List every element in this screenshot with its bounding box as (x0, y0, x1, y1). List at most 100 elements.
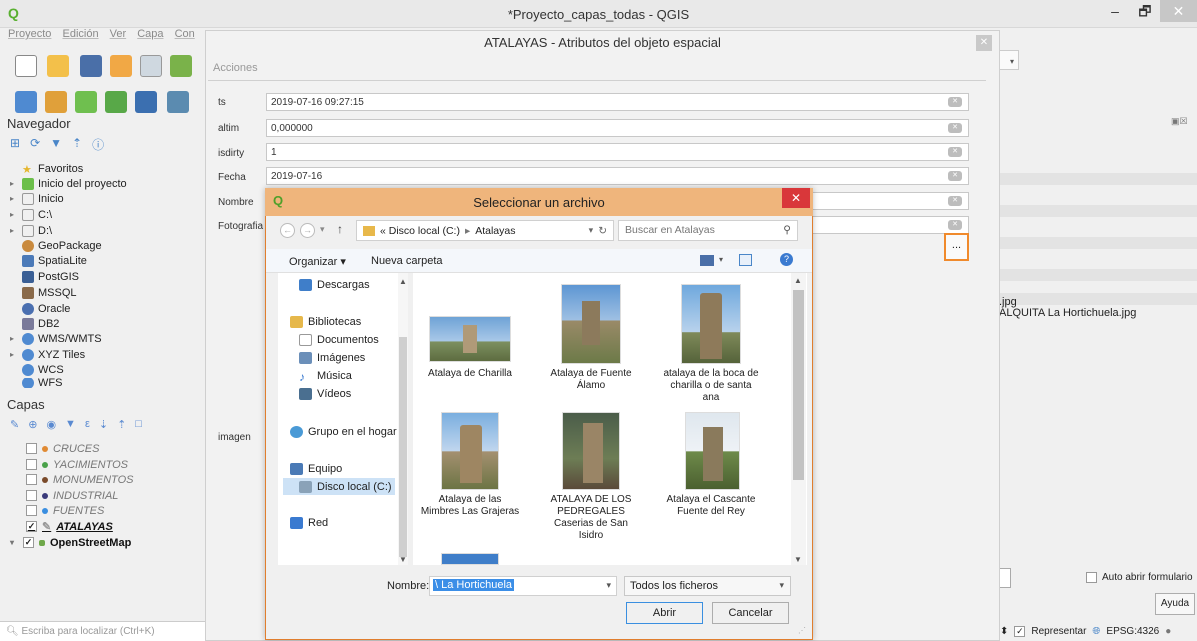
file-item[interactable]: Atalaya de Fuente Álamo (541, 368, 641, 392)
view-options-icon[interactable] (700, 255, 714, 266)
messages-icon[interactable]: ● (1165, 626, 1171, 637)
help-icon[interactable]: ? (780, 253, 793, 266)
menu-con[interactable]: Con (175, 28, 195, 40)
layer-checkbox[interactable] (26, 474, 37, 485)
layer-fuentes[interactable]: FUENTES (26, 503, 104, 518)
navigator-item-wfs[interactable]: WFS (10, 378, 62, 388)
browse-button[interactable]: ... (944, 233, 969, 261)
layer-yacimientos[interactable]: YACIMIENTOS (26, 457, 128, 472)
breadcrumb-atalayas[interactable]: Atalayas (475, 225, 515, 237)
preview-pane-icon[interactable] (739, 254, 752, 266)
layer-checkbox[interactable] (26, 443, 37, 454)
map-view-icon[interactable] (167, 91, 189, 113)
resize-grip-icon[interactable]: ⋰ (798, 626, 806, 635)
navigator-item-oracle[interactable]: Oracle (10, 301, 70, 316)
layer-cruces[interactable]: CRUCES (26, 441, 99, 456)
filter-icon[interactable]: ▼ (50, 136, 62, 153)
refresh-icon[interactable]: ↻ (598, 225, 607, 237)
eye-icon[interactable]: ◉ (46, 418, 56, 431)
navigation-scroll-thumb[interactable] (399, 337, 407, 557)
info-icon[interactable]: ⓘ (92, 136, 104, 153)
close-icon[interactable]: ✕ (782, 188, 810, 208)
navigator-item-geopackage[interactable]: GeoPackage (10, 238, 102, 253)
up-arrow-icon[interactable]: ↑ (337, 222, 343, 236)
filename-input[interactable]: \ La Hortichuela ▾ (429, 576, 617, 596)
scroll-up-icon[interactable]: ▲ (794, 276, 802, 285)
chevron-down-icon[interactable]: ▾ (719, 255, 723, 264)
ts-field[interactable] (266, 93, 969, 111)
breadcrumb-disco[interactable]: « Disco local (C:) (380, 225, 460, 237)
clear-icon[interactable]: ✕ (948, 171, 962, 181)
crs-label[interactable]: EPSG:4326 (1106, 626, 1159, 637)
scroll-down-icon[interactable]: ▼ (794, 555, 802, 564)
new-project-icon[interactable] (15, 55, 37, 77)
image-thumbnail[interactable] (681, 284, 741, 364)
nav-disco-local[interactable]: Disco local (C:) (283, 478, 395, 495)
nav-musica[interactable]: ♪ Música (299, 370, 352, 384)
save-project-icon[interactable] (80, 55, 102, 77)
add-vector-layer-icon[interactable] (15, 91, 37, 113)
image-thumbnail[interactable] (441, 553, 499, 565)
clear-icon[interactable]: ✕ (948, 147, 962, 157)
image-thumbnail[interactable] (562, 412, 620, 490)
nav-bibliotecas[interactable]: Bibliotecas (290, 316, 361, 328)
clear-icon[interactable]: ✕ (948, 123, 962, 133)
file-item[interactable]: Atalaya de Charilla (420, 368, 520, 380)
nav-imagenes[interactable]: Imágenes (299, 352, 365, 364)
image-thumbnail[interactable] (685, 412, 740, 490)
file-item[interactable]: Atalaya de las Mimbres Las Grajeras (420, 494, 520, 518)
add-selected-icon[interactable]: ⊞ (10, 136, 20, 153)
new-shapefile-icon[interactable] (75, 91, 97, 113)
navigator-item-favoritos[interactable]: ★ Favoritos (10, 161, 83, 176)
menu-proyecto[interactable]: Proyecto (8, 28, 51, 40)
open-button[interactable]: Abrir (626, 602, 703, 624)
refresh-icon[interactable]: ⟳ (30, 136, 40, 153)
open-project-icon[interactable] (47, 55, 69, 77)
nav-videos[interactable]: Vídeos (299, 388, 351, 400)
chevron-down-icon[interactable]: ▾ (606, 580, 611, 591)
address-bar[interactable]: « Disco local (C:) ▸ Atalayas ▾ ↻ (356, 220, 614, 241)
auto-open-form-option[interactable]: Auto abrir formulario (1086, 572, 1193, 583)
nav-equipo[interactable]: Equipo (290, 463, 342, 475)
nav-red[interactable]: Red (290, 517, 328, 529)
file-type-select[interactable]: Todos los ficheros ▾ (624, 576, 791, 596)
layout-manager-icon[interactable] (140, 55, 162, 77)
image-thumbnail[interactable] (429, 316, 511, 362)
close-icon[interactable]: ✕ (976, 35, 992, 51)
collapse-icon[interactable]: ⇡ (72, 136, 82, 153)
layer-openstreetmap[interactable]: ▾ ✓ OpenStreetMap (10, 535, 131, 550)
file-item[interactable]: ATALAYA DE LOS PEDREGALES Caserias de Sa… (541, 494, 641, 542)
image-thumbnail[interactable] (561, 284, 621, 364)
remove-layer-icon[interactable]: □ (135, 418, 142, 431)
help-button[interactable]: Ayuda (1155, 593, 1195, 615)
nav-descargas[interactable]: Descargas (299, 279, 370, 291)
forward-arrow-icon[interactable]: → (300, 223, 315, 238)
fecha-field[interactable] (266, 167, 969, 185)
navigator-item-c-drive[interactable]: ▸ C:\ (10, 207, 52, 222)
clear-icon[interactable]: ✕ (948, 196, 962, 206)
layer-checkbox[interactable] (26, 505, 37, 516)
style-manager-icon[interactable] (170, 55, 192, 77)
maximize-button[interactable]: 🗗 (1130, 0, 1160, 22)
spinner-icon[interactable]: ⬍ (1000, 626, 1008, 637)
render-checkbox[interactable]: ✓ (1014, 626, 1026, 637)
clear-icon[interactable]: ✕ (948, 97, 962, 107)
close-window-button[interactable]: ✕ (1160, 0, 1197, 22)
navigator-item-db2[interactable]: DB2 (10, 316, 59, 331)
layer-checkbox[interactable]: ✓ (26, 521, 37, 532)
organize-menu[interactable]: Organizar ▾ (289, 255, 346, 268)
menu-ver[interactable]: Ver (110, 28, 127, 40)
history-chevron-icon[interactable]: ▾ (320, 224, 325, 235)
expression-filter-icon[interactable]: ε (85, 418, 90, 431)
add-group-icon[interactable]: ⊕ (28, 418, 37, 431)
clear-icon[interactable]: ✕ (948, 220, 962, 230)
actions-tab[interactable]: Acciones (213, 62, 258, 74)
locator-bar[interactable]: 🔍︎ Escriba para localizar (Ctrl+K) (0, 621, 205, 641)
nav-grupo-hogar[interactable]: Grupo en el hogar (290, 426, 397, 438)
minimize-button[interactable]: – (1100, 0, 1130, 22)
menu-edicion[interactable]: Edición (62, 28, 98, 40)
layer-checkbox[interactable] (26, 459, 37, 470)
altim-field[interactable] (266, 119, 969, 137)
scroll-up-icon[interactable]: ▲ (399, 277, 407, 286)
navigator-item-d-drive[interactable]: ▸ D:\ (10, 223, 52, 238)
